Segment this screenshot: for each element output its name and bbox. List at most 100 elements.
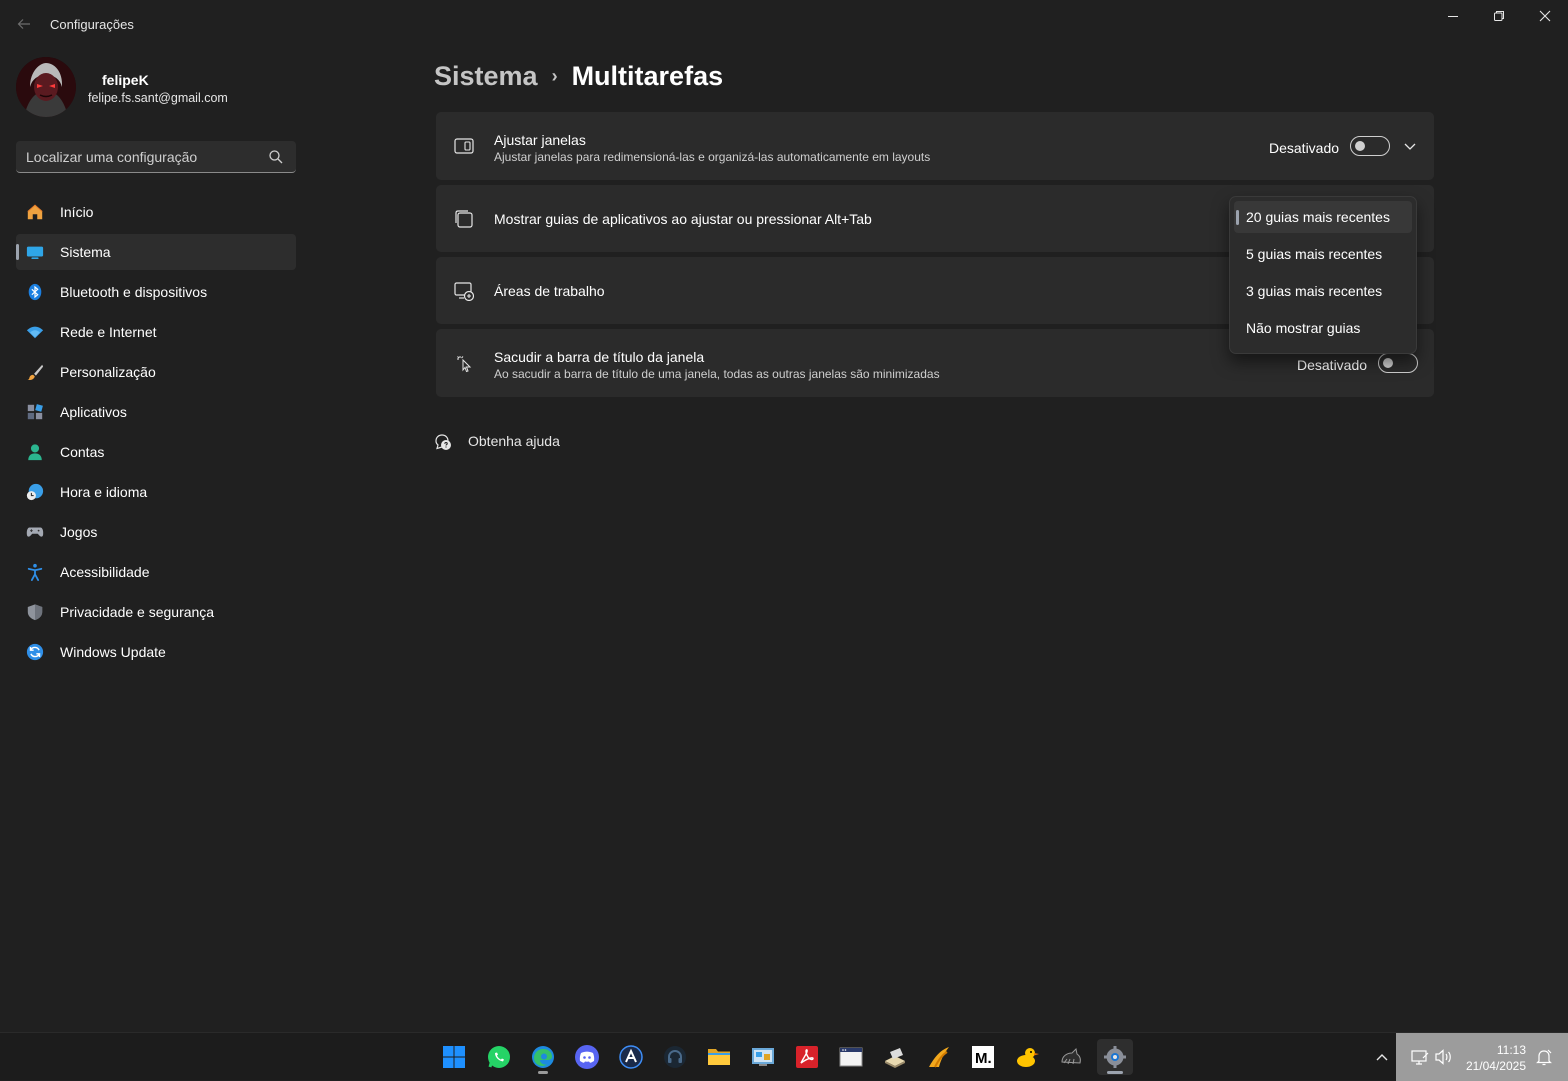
back-button[interactable]: [10, 12, 38, 36]
wifi-icon: [26, 323, 44, 341]
snap-toggle[interactable]: [1350, 136, 1390, 156]
sidebar-item-label: Personalização: [60, 364, 156, 380]
desktops-title: Áreas de trabalho: [494, 283, 605, 299]
dropdown-option-label: 20 guias mais recentes: [1246, 209, 1390, 225]
toggle-knob: [1383, 358, 1393, 368]
breadcrumb-parent[interactable]: Sistema: [434, 61, 538, 92]
taskbar-file-explorer[interactable]: [701, 1039, 737, 1075]
dropdown-option-label: Não mostrar guias: [1246, 320, 1361, 336]
show-tabs-title: Mostrar guias de aplicativos ao ajustar …: [494, 211, 872, 227]
snap-state-label: Desativado: [1269, 140, 1340, 156]
minimize-button[interactable]: [1430, 0, 1476, 32]
taskbar-window-app[interactable]: [833, 1039, 869, 1075]
book-icon: [885, 1048, 905, 1068]
taskbar-sandbox-app[interactable]: [921, 1039, 957, 1075]
taskbar-control-panel[interactable]: [745, 1039, 781, 1075]
start-button[interactable]: [436, 1039, 472, 1075]
snap-windows-card[interactable]: Ajustar janelas Ajustar janelas para red…: [436, 112, 1434, 180]
chevron-down-icon[interactable]: [1402, 138, 1418, 154]
sidebar-item-label: Rede e Internet: [60, 324, 157, 340]
notification-bell-icon[interactable]: [1534, 1047, 1554, 1067]
windows-logo-icon: [443, 1046, 465, 1068]
clock-time: 11:13: [1496, 1043, 1526, 1057]
taskbar-arc[interactable]: [613, 1039, 649, 1075]
taskbar-cat-app[interactable]: [1053, 1039, 1089, 1075]
sidebar-item-label: Jogos: [60, 524, 98, 540]
taskbar-discord[interactable]: [569, 1039, 605, 1075]
user-name: felipeK: [102, 72, 149, 88]
virtual-desktop-icon: [454, 282, 474, 301]
sidebar-item-sistema[interactable]: Sistema: [16, 234, 296, 270]
gamepad-icon: [26, 523, 44, 541]
person-icon: [26, 443, 44, 461]
sidebar-item-contas[interactable]: Contas: [16, 434, 296, 470]
control-panel-icon: [752, 1048, 774, 1066]
dropdown-option-5-tabs[interactable]: 5 guias mais recentes: [1234, 238, 1412, 270]
user-email: felipe.fs.sant@gmail.com: [88, 91, 228, 105]
shake-toggle[interactable]: [1378, 353, 1418, 373]
sidebar-item-privacidade[interactable]: Privacidade e segurança: [16, 594, 296, 630]
sidebar-item-rede[interactable]: Rede e Internet: [16, 314, 296, 350]
sidebar-item-aplicativos[interactable]: Aplicativos: [16, 394, 296, 430]
sidebar-item-acessibilidade[interactable]: Acessibilidade: [16, 554, 296, 590]
accessibility-icon: [26, 563, 44, 581]
back-arrow-icon: [17, 19, 30, 29]
brush-icon: [26, 363, 44, 381]
dropdown-option-3-tabs[interactable]: 3 guias mais recentes: [1234, 275, 1412, 307]
taskbar-duck-app[interactable]: [1009, 1039, 1045, 1075]
search-box[interactable]: [16, 141, 296, 173]
sidebar-item-inicio[interactable]: Início: [16, 194, 296, 230]
monitor-icon: [26, 243, 44, 261]
shield-icon: [26, 603, 44, 621]
taskbar: M. 11:13 21/04/2025: [0, 1032, 1568, 1081]
close-button[interactable]: [1522, 0, 1568, 32]
update-icon: [26, 643, 44, 661]
sidebar-item-hora-idioma[interactable]: Hora e idioma: [16, 474, 296, 510]
show-hidden-icons-icon[interactable]: [1372, 1047, 1392, 1067]
clock-date: 21/04/2025: [1465, 1059, 1526, 1073]
dropdown-option-no-tabs[interactable]: Não mostrar guias: [1234, 312, 1412, 344]
sidebar-item-label: Acessibilidade: [60, 564, 150, 580]
taskbar-whatsapp[interactable]: [481, 1039, 517, 1075]
taskbar-adobe-reader[interactable]: [789, 1039, 825, 1075]
page-title: Multitarefas: [571, 60, 724, 91]
settings-gear-icon: [1104, 1046, 1126, 1068]
toggle-knob: [1355, 141, 1365, 151]
shake-cursor-icon: [457, 356, 472, 373]
active-indicator: [1107, 1071, 1123, 1074]
taskbar-settings[interactable]: [1097, 1039, 1133, 1075]
search-icon[interactable]: [268, 149, 284, 165]
taskbar-edge[interactable]: [525, 1039, 561, 1075]
bluetooth-icon: [26, 283, 44, 301]
dropdown-option-20-tabs[interactable]: 20 guias mais recentes: [1234, 201, 1412, 233]
taskbar-headset-app[interactable]: [657, 1039, 693, 1075]
sidebar-item-label: Bluetooth e dispositivos: [60, 284, 208, 300]
window-app-icon: [839, 1047, 863, 1067]
minimize-icon: [1448, 16, 1458, 17]
restore-button[interactable]: [1476, 0, 1522, 32]
volume-icon[interactable]: [1434, 1047, 1454, 1067]
help-chat-icon: [435, 434, 451, 450]
taskbar-medium[interactable]: M.: [965, 1039, 1001, 1075]
sidebar-item-jogos[interactable]: Jogos: [16, 514, 296, 550]
taskbar-clock[interactable]: 11:13 21/04/2025: [1466, 1042, 1526, 1074]
network-icon[interactable]: [1410, 1047, 1430, 1067]
sidebar-item-windows-update[interactable]: Windows Update: [16, 634, 296, 670]
sidebar-item-label: Privacidade e segurança: [60, 604, 215, 620]
duck-icon: [1017, 1048, 1039, 1067]
taskbar-book-app[interactable]: [877, 1039, 913, 1075]
breadcrumb: Sistema › Multitarefas: [434, 58, 723, 94]
search-input[interactable]: [26, 147, 256, 167]
sidebar-item-bluetooth[interactable]: Bluetooth e dispositivos: [16, 274, 296, 310]
apps-icon: [26, 403, 44, 421]
sidebar-item-label: Contas: [60, 444, 105, 460]
tabs-window-icon: [455, 210, 473, 228]
avatar[interactable]: [16, 57, 76, 117]
pdf-reader-icon: [796, 1046, 818, 1068]
system-tray: 11:13 21/04/2025: [1396, 1033, 1568, 1081]
avatar-image: [16, 57, 76, 117]
sidebar-item-personalizacao[interactable]: Personalização: [16, 354, 296, 390]
snap-title: Ajustar janelas: [494, 132, 586, 148]
svg-text:M.: M.: [975, 1050, 992, 1067]
dropdown-option-label: 3 guias mais recentes: [1246, 283, 1383, 299]
